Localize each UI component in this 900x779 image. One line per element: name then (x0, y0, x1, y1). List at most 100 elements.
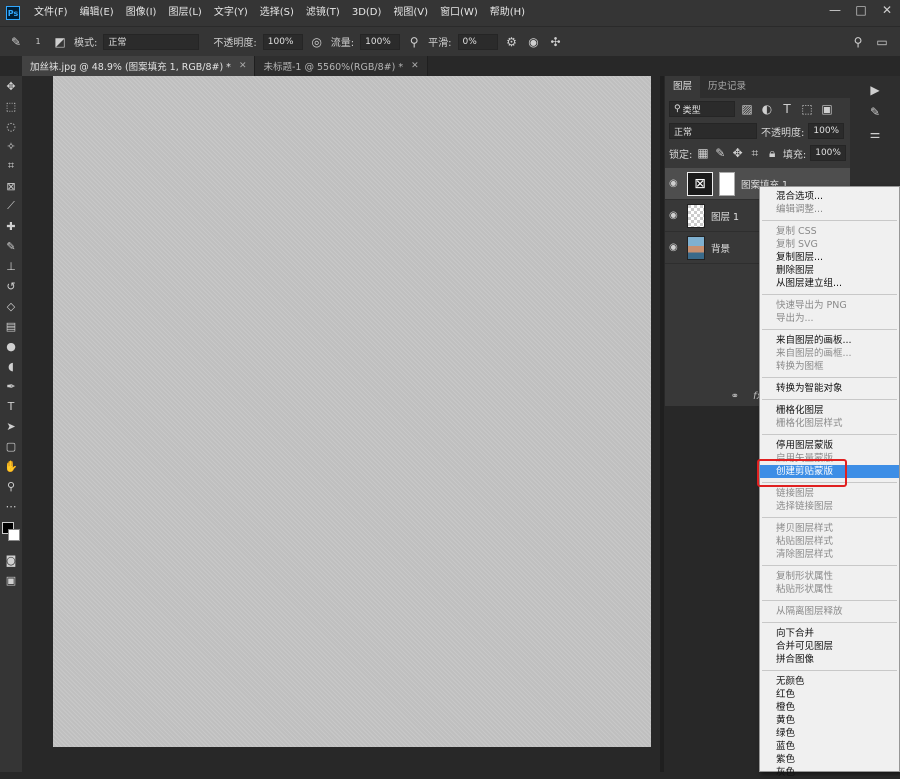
blur-tool-icon[interactable]: ● (0, 336, 22, 356)
lock-artboard-icon[interactable]: ⌗ (748, 145, 761, 161)
context-menu-item[interactable]: 蓝色 (760, 740, 899, 753)
stamp-tool-icon[interactable]: ⊥ (0, 256, 22, 276)
close-icon[interactable]: ✕ (411, 61, 419, 71)
menu-item[interactable]: 3D(D) (346, 0, 388, 26)
filter-smart-object-icon[interactable]: ▣ (819, 101, 835, 117)
menu-item[interactable]: 文字(Y) (208, 0, 254, 26)
context-menu-item[interactable]: 混合选项... (760, 190, 899, 203)
context-menu-item[interactable]: 黄色 (760, 714, 899, 727)
crop-tool-icon[interactable]: ⌗ (0, 156, 22, 176)
blend-mode-select[interactable]: 正常 (669, 123, 757, 139)
layer-mask-thumbnail[interactable] (719, 171, 735, 196)
document-canvas[interactable] (53, 76, 651, 747)
context-menu-item[interactable]: 转换为智能对象 (760, 382, 899, 395)
minimize-button[interactable]: — (822, 0, 848, 20)
type-tool-icon[interactable]: T (0, 396, 22, 416)
menu-item[interactable]: 图层(L) (162, 0, 207, 26)
layer-filter-select[interactable]: ⚲ 类型 (669, 101, 735, 117)
symmetry-icon[interactable]: ✣ (548, 34, 564, 50)
flow-field[interactable]: 100% (360, 33, 401, 50)
history-brush-tool-icon[interactable]: ↺ (0, 276, 22, 296)
context-menu-item[interactable]: 合并可见图层 (760, 640, 899, 653)
context-menu-item[interactable]: 创建剪贴蒙版 (760, 465, 899, 478)
healing-brush-tool-icon[interactable]: ✚ (0, 216, 22, 236)
context-menu-item[interactable]: 拼合图像 (760, 653, 899, 666)
eraser-tool-icon[interactable]: ◇ (0, 296, 22, 316)
brush-preset-icon[interactable]: ✎ (8, 34, 24, 50)
menu-item[interactable]: 选择(S) (254, 0, 300, 26)
brush-panel-icon[interactable]: ✎ (867, 104, 883, 120)
link-icon[interactable]: ⚭ (731, 391, 739, 402)
menu-item[interactable]: 图像(I) (120, 0, 163, 26)
context-menu-item[interactable]: 灰色 (760, 766, 899, 779)
menu-item[interactable]: 滤镜(T) (300, 0, 346, 26)
context-menu-item[interactable]: 来自图层的画板... (760, 334, 899, 347)
fill-field[interactable]: 100% (810, 145, 846, 161)
pen-tool-icon[interactable]: ✒ (0, 376, 22, 396)
smoothing-field[interactable]: 0% (457, 33, 498, 50)
shape-tool-icon[interactable]: ▢ (0, 436, 22, 456)
filter-adjustment-icon[interactable]: ◐ (759, 101, 775, 117)
lock-position-icon[interactable]: ✥ (731, 145, 744, 161)
restore-button[interactable]: □ (848, 0, 874, 20)
hand-tool-icon[interactable]: ✋ (0, 456, 22, 476)
play-icon[interactable]: ▶ (867, 82, 883, 98)
tab-document-1[interactable]: 加丝袜.jpg @ 48.9% (图案填充 1, RGB/8#) * ✕ (22, 56, 256, 76)
workspace-icon[interactable]: ▭ (874, 34, 890, 50)
menu-item[interactable]: 帮助(H) (484, 0, 531, 26)
lock-all-icon[interactable]: 🔒︎ (766, 145, 779, 161)
eyedropper-tool-icon[interactable]: ⟋ (0, 196, 22, 216)
menu-item[interactable]: 编辑(E) (74, 0, 120, 26)
opacity-field[interactable]: 100% (262, 33, 303, 50)
context-menu-item[interactable]: 橙色 (760, 701, 899, 714)
dodge-tool-icon[interactable]: ◖ (0, 356, 22, 376)
context-menu-item[interactable]: 绿色 (760, 727, 899, 740)
lock-paint-icon[interactable]: ✎ (714, 145, 727, 161)
context-menu-item[interactable]: 删除图层 (760, 264, 899, 277)
color-swatches-icon[interactable] (0, 516, 22, 550)
move-tool-icon[interactable]: ✥ (0, 76, 22, 96)
context-menu-item[interactable]: 红色 (760, 688, 899, 701)
menu-item[interactable]: 窗口(W) (434, 0, 484, 26)
screen-mode-icon[interactable]: ▣ (0, 570, 22, 590)
menu-item[interactable]: 文件(F) (28, 0, 74, 26)
filter-shape-icon[interactable]: ⬚ (799, 101, 815, 117)
brush-tool-icon[interactable]: ✎ (0, 236, 22, 256)
context-menu-item[interactable]: 从图层建立组... (760, 277, 899, 290)
search-icon[interactable]: ⚲ (850, 34, 866, 50)
context-menu-item[interactable]: 无颜色 (760, 675, 899, 688)
mode-select[interactable]: 正常 (103, 33, 200, 50)
lasso-tool-icon[interactable]: ◌ (0, 116, 22, 136)
context-menu-item[interactable]: 向下合并 (760, 627, 899, 640)
pressure-size-icon[interactable]: ◉ (526, 34, 542, 50)
properties-panel-icon[interactable]: ⚌ (867, 126, 883, 142)
frame-tool-icon[interactable]: ⊠ (0, 176, 22, 196)
tab-layers[interactable]: 图层 (665, 76, 701, 98)
brush-settings-icon[interactable]: ◩ (52, 34, 68, 50)
context-menu-item[interactable]: 复制图层... (760, 251, 899, 264)
quick-mask-icon[interactable]: ◙ (0, 550, 22, 570)
brush-size-indicator[interactable]: 1 (30, 34, 46, 50)
close-icon[interactable]: ✕ (239, 61, 247, 71)
gear-icon[interactable]: ⚙ (504, 34, 520, 50)
tab-document-2[interactable]: 未标题-1 @ 5560%(RGB/8#) * ✕ (255, 56, 428, 76)
eye-icon[interactable]: ◉ (669, 178, 681, 189)
filter-type-icon[interactable]: T (779, 101, 795, 117)
tab-history[interactable]: 历史记录 (700, 76, 754, 98)
lock-transparent-icon[interactable]: ▦ (696, 145, 709, 161)
context-menu-item[interactable]: 紫色 (760, 753, 899, 766)
close-button[interactable]: ✕ (874, 0, 900, 20)
marquee-tool-icon[interactable]: ⬚ (0, 96, 22, 116)
path-select-tool-icon[interactable]: ➤ (0, 416, 22, 436)
airbrush-icon[interactable]: ⚲ (406, 34, 422, 50)
pressure-opacity-icon[interactable]: ◎ (309, 34, 325, 50)
context-menu-item[interactable]: 停用图层蒙版 (760, 439, 899, 452)
layer-opacity-field[interactable]: 100% (808, 123, 845, 139)
zoom-tool-icon[interactable]: ⚲ (0, 476, 22, 496)
menu-item[interactable]: 视图(V) (387, 0, 434, 26)
eye-icon[interactable]: ◉ (669, 242, 681, 253)
more-tools-icon[interactable]: ⋯ (0, 496, 22, 516)
quick-select-tool-icon[interactable]: ✧ (0, 136, 22, 156)
eye-icon[interactable]: ◉ (669, 210, 681, 221)
context-menu-item[interactable]: 栅格化图层 (760, 404, 899, 417)
